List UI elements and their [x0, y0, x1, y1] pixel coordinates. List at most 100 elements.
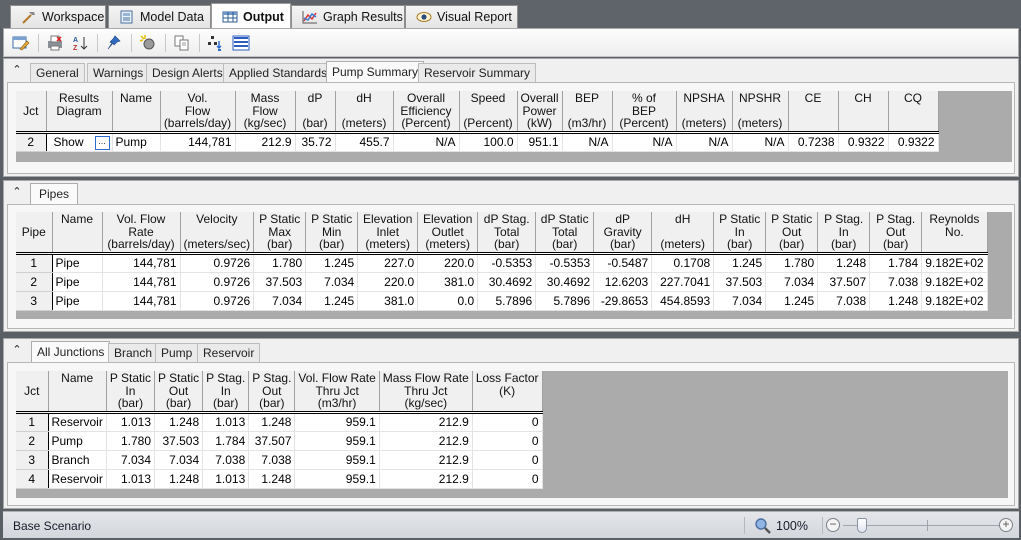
- column-header[interactable]: P Static Min (bar): [305, 212, 359, 255]
- column-header-line: (meters): [681, 116, 727, 130]
- table-row[interactable]: 1 Pipe 144,781 0.9726 1.780 1.245 227.0 220.0 -0…: [16, 253, 988, 273]
- copy-icon[interactable]: [171, 33, 193, 53]
- table-cell: 9.182E+02: [921, 291, 988, 311]
- column-header[interactable]: Velocity (meters/sec): [180, 212, 255, 255]
- column-header-line: (K): [499, 383, 516, 398]
- column-header[interactable]: dP Stag. Total (bar): [477, 212, 537, 255]
- column-header[interactable]: P Stag. Out (bar): [869, 212, 923, 255]
- tab-model-data[interactable]: Model Data: [108, 5, 211, 28]
- column-header[interactable]: Loss Factor (K): [472, 371, 543, 414]
- sort-az-icon[interactable]: AZ: [69, 33, 91, 53]
- column-header[interactable]: dH (meters): [651, 212, 715, 255]
- table-row[interactable]: 2 Pipe 144,781 0.9726 37.503 7.034 220.0 381.0 3…: [16, 272, 988, 292]
- column-header[interactable]: Overall Efficiency (Percent): [393, 91, 460, 134]
- column-header-line: P Stag.: [824, 212, 864, 226]
- table-row[interactable]: 2 Show... Pump 144,781 212.9 35.72 455.7 N/A 100…: [16, 132, 939, 152]
- tab-pump-summary[interactable]: Pump Summary: [326, 61, 425, 82]
- ellipsis-button[interactable]: ...: [94, 135, 110, 150]
- column-header[interactable]: Elevation Inlet (meters): [357, 212, 419, 255]
- table-cell: 7.034: [305, 272, 359, 292]
- tab-pipes[interactable]: Pipes: [30, 183, 79, 204]
- list-icon[interactable]: [230, 33, 252, 53]
- column-header[interactable]: P Static Out (bar): [154, 371, 204, 414]
- column-header[interactable]: Jct: [16, 371, 49, 414]
- column-header[interactable]: Mass Flow Rate Thru Jct (kg/sec): [379, 371, 473, 414]
- column-header[interactable]: P Static Out (bar): [765, 212, 819, 255]
- column-header[interactable]: P Stag. In (bar): [202, 371, 250, 414]
- column-header-line: (bar): [165, 396, 192, 410]
- column-header[interactable]: BEP (m3/hr): [562, 91, 613, 134]
- column-header[interactable]: Elevation Outlet (meters): [417, 212, 479, 255]
- table-row[interactable]: 1 Reservoir 1.013 1.248 1.013 1.248 959.1 212.9…: [16, 412, 543, 432]
- column-header[interactable]: P Static In (bar): [713, 212, 767, 255]
- table-cell: 35.72: [295, 132, 336, 152]
- column-header[interactable]: dH (meters): [335, 91, 394, 134]
- tab-reservoir-summary[interactable]: Reservoir Summary: [418, 63, 537, 82]
- column-header[interactable]: NPSHR (meters): [732, 91, 789, 134]
- collapse-icon[interactable]: ⌃: [10, 185, 24, 199]
- column-header[interactable]: dP Gravity (bar): [593, 212, 653, 255]
- column-header[interactable]: Name: [52, 212, 103, 255]
- pin-icon[interactable]: [103, 33, 125, 53]
- table-row[interactable]: 4 Reservoir 1.013 1.248 1.013 1.248 959.1 212.9…: [16, 469, 543, 489]
- tab-applied-standards[interactable]: Applied Standards: [223, 63, 334, 82]
- tab-workspace[interactable]: Workspace: [10, 5, 106, 28]
- zoom-slider-track[interactable]: [843, 525, 1003, 526]
- table-cell: 12.6203: [593, 272, 653, 292]
- tab-output[interactable]: Output: [211, 3, 291, 29]
- column-header[interactable]: Reynolds No.: [921, 212, 988, 255]
- column-header[interactable]: % of BEP (Percent): [612, 91, 677, 134]
- tab-design-alerts[interactable]: Design Alerts: [146, 63, 229, 82]
- tab-visual-report[interactable]: Visual Report: [405, 5, 518, 28]
- column-header[interactable]: CH: [838, 91, 889, 134]
- edit-output-icon[interactable]: [10, 33, 32, 53]
- highlight-icon[interactable]: [137, 33, 159, 53]
- column-header[interactable]: Vol. Flow Rate (barrels/day): [102, 212, 181, 255]
- column-header[interactable]: Speed (Percent): [459, 91, 518, 134]
- column-header[interactable]: Overall Power (kW): [517, 91, 563, 134]
- tab-branch[interactable]: Branch: [108, 343, 159, 362]
- tab-warnings[interactable]: Warnings: [87, 63, 150, 82]
- column-header[interactable]: Results Diagram: [46, 91, 113, 134]
- column-header-line: (bar): [213, 396, 239, 410]
- column-header-line: % of: [632, 91, 657, 105]
- column-header[interactable]: Mass Flow (kg/sec): [235, 91, 296, 134]
- column-header[interactable]: Jct: [16, 91, 47, 134]
- column-header[interactable]: dP (bar): [295, 91, 336, 134]
- column-header[interactable]: Vol. Flow Rate Thru Jct (m3/hr): [294, 371, 380, 414]
- table-cell: 212.9: [379, 431, 473, 451]
- column-header[interactable]: P Static Max (bar): [253, 212, 307, 255]
- table-row[interactable]: 3 Pipe 144,781 0.9726 7.034 1.245 381.0 0.0 5.78…: [16, 291, 988, 311]
- zoom-in-button[interactable]: +: [999, 518, 1013, 532]
- table-row[interactable]: 3 Branch 7.034 7.034 7.038 7.038 959.1 212.9 0: [16, 450, 543, 470]
- tab-graph-results[interactable]: Graph Results: [291, 5, 405, 28]
- table-cell: N/A: [612, 132, 677, 152]
- results-diagram-cell[interactable]: Show...: [46, 132, 113, 152]
- tab-all-junctions[interactable]: All Junctions: [31, 341, 111, 362]
- tab-general[interactable]: General: [30, 63, 85, 82]
- column-header[interactable]: Name: [112, 91, 161, 134]
- hierarchy-icon[interactable]: [205, 33, 227, 53]
- column-header[interactable]: CQ: [888, 91, 939, 134]
- show-link[interactable]: Show: [54, 135, 84, 149]
- column-header[interactable]: dP Static Total (bar): [535, 212, 595, 255]
- column-header[interactable]: Vol. Flow (barrels/day): [160, 91, 236, 134]
- column-header[interactable]: NPSHA (meters): [676, 91, 733, 134]
- magnifier-icon[interactable]: [754, 517, 772, 538]
- column-header[interactable]: P Stag. In (bar): [817, 212, 871, 255]
- column-header[interactable]: P Stag. Out (bar): [248, 371, 296, 414]
- collapse-icon[interactable]: ⌃: [10, 63, 24, 77]
- column-header[interactable]: CE: [788, 91, 839, 134]
- tab-pump[interactable]: Pump: [155, 343, 199, 362]
- collapse-icon[interactable]: ⌃: [10, 343, 24, 357]
- zoom-out-button[interactable]: −: [826, 518, 840, 532]
- zoom-slider-thumb[interactable]: [857, 518, 867, 533]
- table-row[interactable]: 2 Pump 1.780 37.503 1.784 37.507 959.1 212.9 0: [16, 431, 543, 451]
- print-icon[interactable]: [44, 33, 66, 53]
- tab-reservoir[interactable]: Reservoir: [197, 343, 261, 362]
- column-header[interactable]: Pipe: [16, 212, 53, 255]
- column-header[interactable]: Name: [48, 371, 107, 414]
- column-header-line: (kW): [526, 116, 553, 130]
- column-header[interactable]: P Static In (bar): [106, 371, 156, 414]
- junctions-grid: Jct Name P Static In (bar) P Static Out (bar) P …: [16, 371, 1008, 498]
